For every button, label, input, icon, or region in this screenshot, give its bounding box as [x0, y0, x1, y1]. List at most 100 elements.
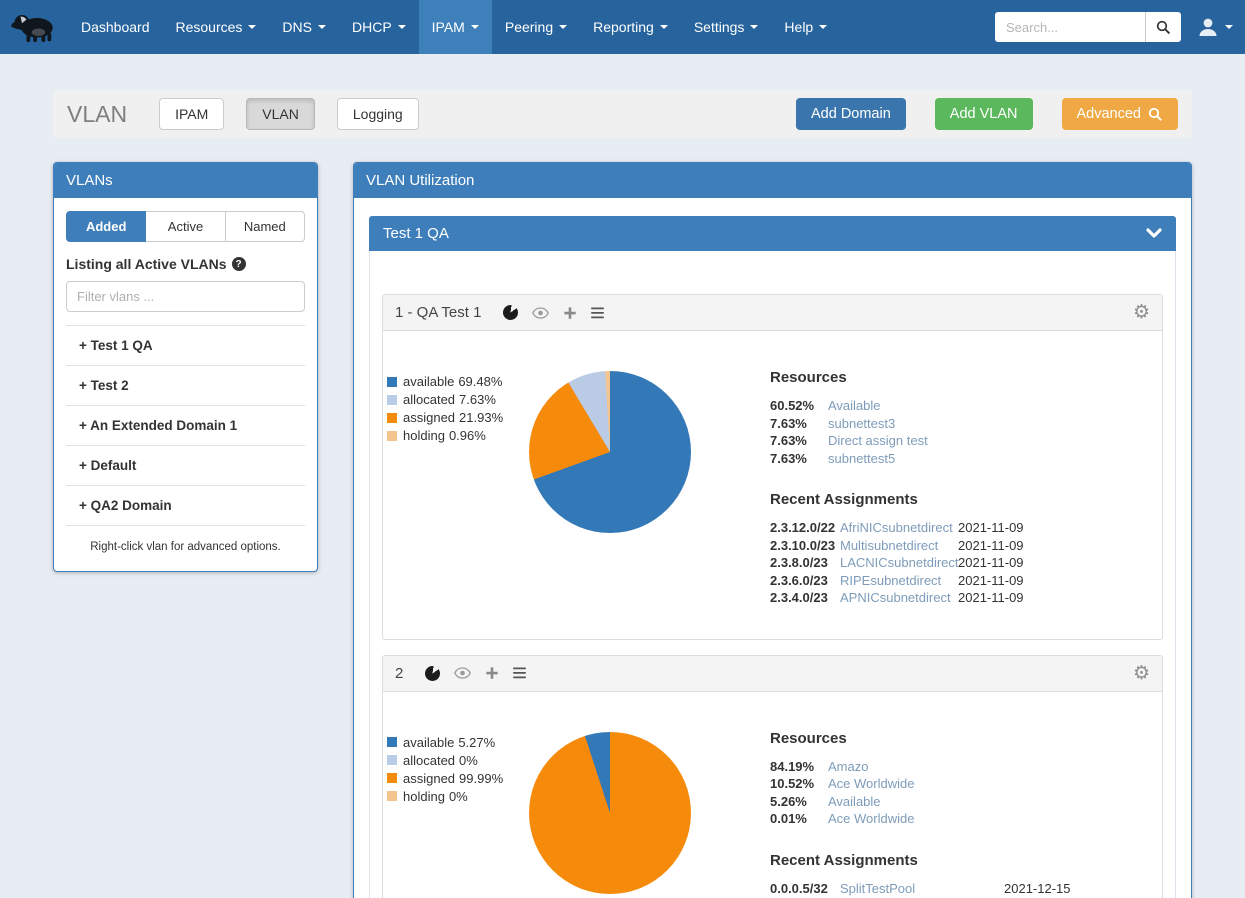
- recent-assignment-row: 2.3.8.0/23LACNICsubnetdirect2021-11-09: [770, 554, 1024, 572]
- utilization-pie-chart[interactable]: [529, 732, 691, 894]
- assignment-link[interactable]: AfriNICsubnetdirect: [840, 519, 958, 537]
- section-2-body: available5.27% allocated0% assigned99.99…: [383, 692, 1162, 898]
- utilization-pie-chart[interactable]: [529, 371, 691, 533]
- caret-down-icon: [1225, 25, 1233, 29]
- legend-item: available69.48%: [387, 374, 529, 389]
- pie-legend: available5.27% allocated0% assigned99.99…: [387, 735, 529, 898]
- resource-link[interactable]: subnettest3: [828, 415, 895, 433]
- assignment-link[interactable]: SplitTestPool: [840, 880, 1004, 898]
- global-search-input[interactable]: [995, 12, 1145, 42]
- legend-swatch: [387, 413, 397, 423]
- caret-down-icon: [248, 25, 256, 29]
- nav-item-reporting[interactable]: Reporting: [580, 0, 681, 54]
- gear-icon[interactable]: ⚙: [1133, 303, 1150, 322]
- resource-link[interactable]: subnettest5: [828, 450, 895, 468]
- section-2-header: 2: [383, 656, 1162, 692]
- resource-row: 7.63%Direct assign test: [770, 432, 1024, 450]
- assignment-link[interactable]: Multisubnetdirect: [840, 537, 958, 555]
- help-question-icon[interactable]: ?: [232, 257, 246, 271]
- recent-assignment-row: 0.0.0.5/32SplitTestPool2021-12-15: [770, 880, 1071, 898]
- vlan-list-item[interactable]: + An Extended Domain 1: [66, 406, 305, 446]
- vlan-list-item[interactable]: + Default: [66, 446, 305, 486]
- nav-item-peering[interactable]: Peering: [492, 0, 580, 54]
- vlan-list-item[interactable]: + Test 1 QA: [66, 326, 305, 366]
- domain-panel-title: Test 1 QA: [383, 225, 449, 242]
- main-menu: Dashboard Resources DNS DHCP IPAM Peerin…: [68, 0, 840, 54]
- assignment-link[interactable]: APNICsubnetdirect: [840, 589, 958, 607]
- tab-ipam[interactable]: IPAM: [159, 98, 224, 130]
- nav-item-dns[interactable]: DNS: [269, 0, 339, 54]
- add-vlan-button[interactable]: Add VLAN: [935, 98, 1033, 130]
- legend-swatch: [387, 755, 397, 765]
- resource-row: 5.26%Available: [770, 793, 1071, 811]
- legend-item: allocated0%: [387, 753, 529, 768]
- nav-item-help[interactable]: Help: [771, 0, 840, 54]
- caret-down-icon: [559, 25, 567, 29]
- eye-icon[interactable]: [454, 667, 471, 679]
- caret-down-icon: [750, 25, 758, 29]
- recent-assignments-heading: Recent Assignments: [770, 491, 1024, 508]
- vlan-section-2: 2: [382, 655, 1163, 898]
- resource-link[interactable]: Amazo: [828, 758, 868, 776]
- assignment-link[interactable]: LACNICsubnetdirect: [840, 554, 958, 572]
- tab-vlan[interactable]: VLAN: [246, 98, 315, 130]
- nav-item-dashboard[interactable]: Dashboard: [68, 0, 163, 54]
- domain-panel-header[interactable]: Test 1 QA: [369, 216, 1176, 251]
- eye-icon[interactable]: [532, 307, 549, 319]
- user-menu[interactable]: [1197, 16, 1233, 38]
- pie-chart-icon[interactable]: [503, 305, 518, 320]
- resource-link[interactable]: Direct assign test: [828, 432, 928, 450]
- resource-link[interactable]: Available: [828, 397, 881, 415]
- plus-icon[interactable]: [485, 666, 499, 680]
- resource-row: 7.63%subnettest5: [770, 450, 1024, 468]
- page-header: VLAN IPAM VLAN Logging Add Domain Add VL…: [53, 90, 1192, 138]
- caret-down-icon: [318, 25, 326, 29]
- recent-assignment-row: 2.3.10.0/23Multisubnetdirect2021-11-09: [770, 537, 1024, 555]
- resource-link[interactable]: Ace Worldwide: [828, 810, 914, 828]
- caret-down-icon: [471, 25, 479, 29]
- search-button[interactable]: [1145, 12, 1181, 42]
- resource-row: 10.52%Ace Worldwide: [770, 775, 1071, 793]
- tab-named[interactable]: Named: [226, 211, 305, 242]
- list-menu-icon[interactable]: [591, 307, 605, 319]
- filter-vlans-input[interactable]: [66, 281, 305, 312]
- legend-item: assigned21.93%: [387, 410, 529, 425]
- nav-item-settings[interactable]: Settings: [681, 0, 772, 54]
- resource-row: 60.52%Available: [770, 397, 1024, 415]
- resource-row: 7.63%subnettest3: [770, 415, 1024, 433]
- tab-logging[interactable]: Logging: [337, 98, 419, 130]
- vlans-panel: VLANs Added Active Named Listing all Act…: [53, 162, 318, 572]
- legend-item: allocated7.63%: [387, 392, 529, 407]
- plus-icon[interactable]: [563, 306, 577, 320]
- top-navbar: Dashboard Resources DNS DHCP IPAM Peerin…: [0, 0, 1245, 54]
- section-1-header: 1 - QA Test 1: [383, 295, 1162, 331]
- add-domain-button[interactable]: Add Domain: [796, 98, 906, 130]
- gear-icon[interactable]: ⚙: [1133, 664, 1150, 683]
- recent-assignment-row: 2.3.12.0/22AfriNICsubnetdirect2021-11-09: [770, 519, 1024, 537]
- listing-label: Listing all Active VLANs ?: [66, 256, 305, 272]
- domain-panel-body: 1 - QA Test 1: [369, 251, 1176, 898]
- tab-added[interactable]: Added: [66, 211, 146, 242]
- nav-item-resources[interactable]: Resources: [163, 0, 270, 54]
- vlan-utilization-panel: VLAN Utilization Test 1 QA 1 - QA Test 1: [353, 162, 1192, 898]
- search-icon: [1148, 107, 1163, 122]
- recent-assignments-heading: Recent Assignments: [770, 852, 1071, 869]
- resource-link[interactable]: Ace Worldwide: [828, 775, 914, 793]
- resource-link[interactable]: Available: [828, 793, 881, 811]
- pie-chart-icon[interactable]: [425, 666, 440, 681]
- recent-assignment-row: 2.3.6.0/23RIPEsubnetdirect2021-11-09: [770, 572, 1024, 590]
- vlan-list-item[interactable]: + Test 2: [66, 366, 305, 406]
- assignment-link[interactable]: RIPEsubnetdirect: [840, 572, 958, 590]
- advanced-search-button[interactable]: Advanced: [1062, 98, 1179, 130]
- tab-active[interactable]: Active: [146, 211, 225, 242]
- list-menu-icon[interactable]: [513, 667, 527, 679]
- vlan-section-1: 1 - QA Test 1: [382, 294, 1163, 640]
- section-title: 2: [395, 665, 403, 682]
- nav-item-dhcp[interactable]: DHCP: [339, 0, 419, 54]
- brand-logo[interactable]: [0, 0, 68, 54]
- chevron-down-icon[interactable]: [1146, 228, 1162, 239]
- vlan-list-item[interactable]: + QA2 Domain: [66, 486, 305, 526]
- view-tabs: IPAM VLAN Logging: [159, 98, 419, 130]
- resource-row: 84.19%Amazo: [770, 758, 1071, 776]
- nav-item-ipam[interactable]: IPAM: [419, 0, 492, 54]
